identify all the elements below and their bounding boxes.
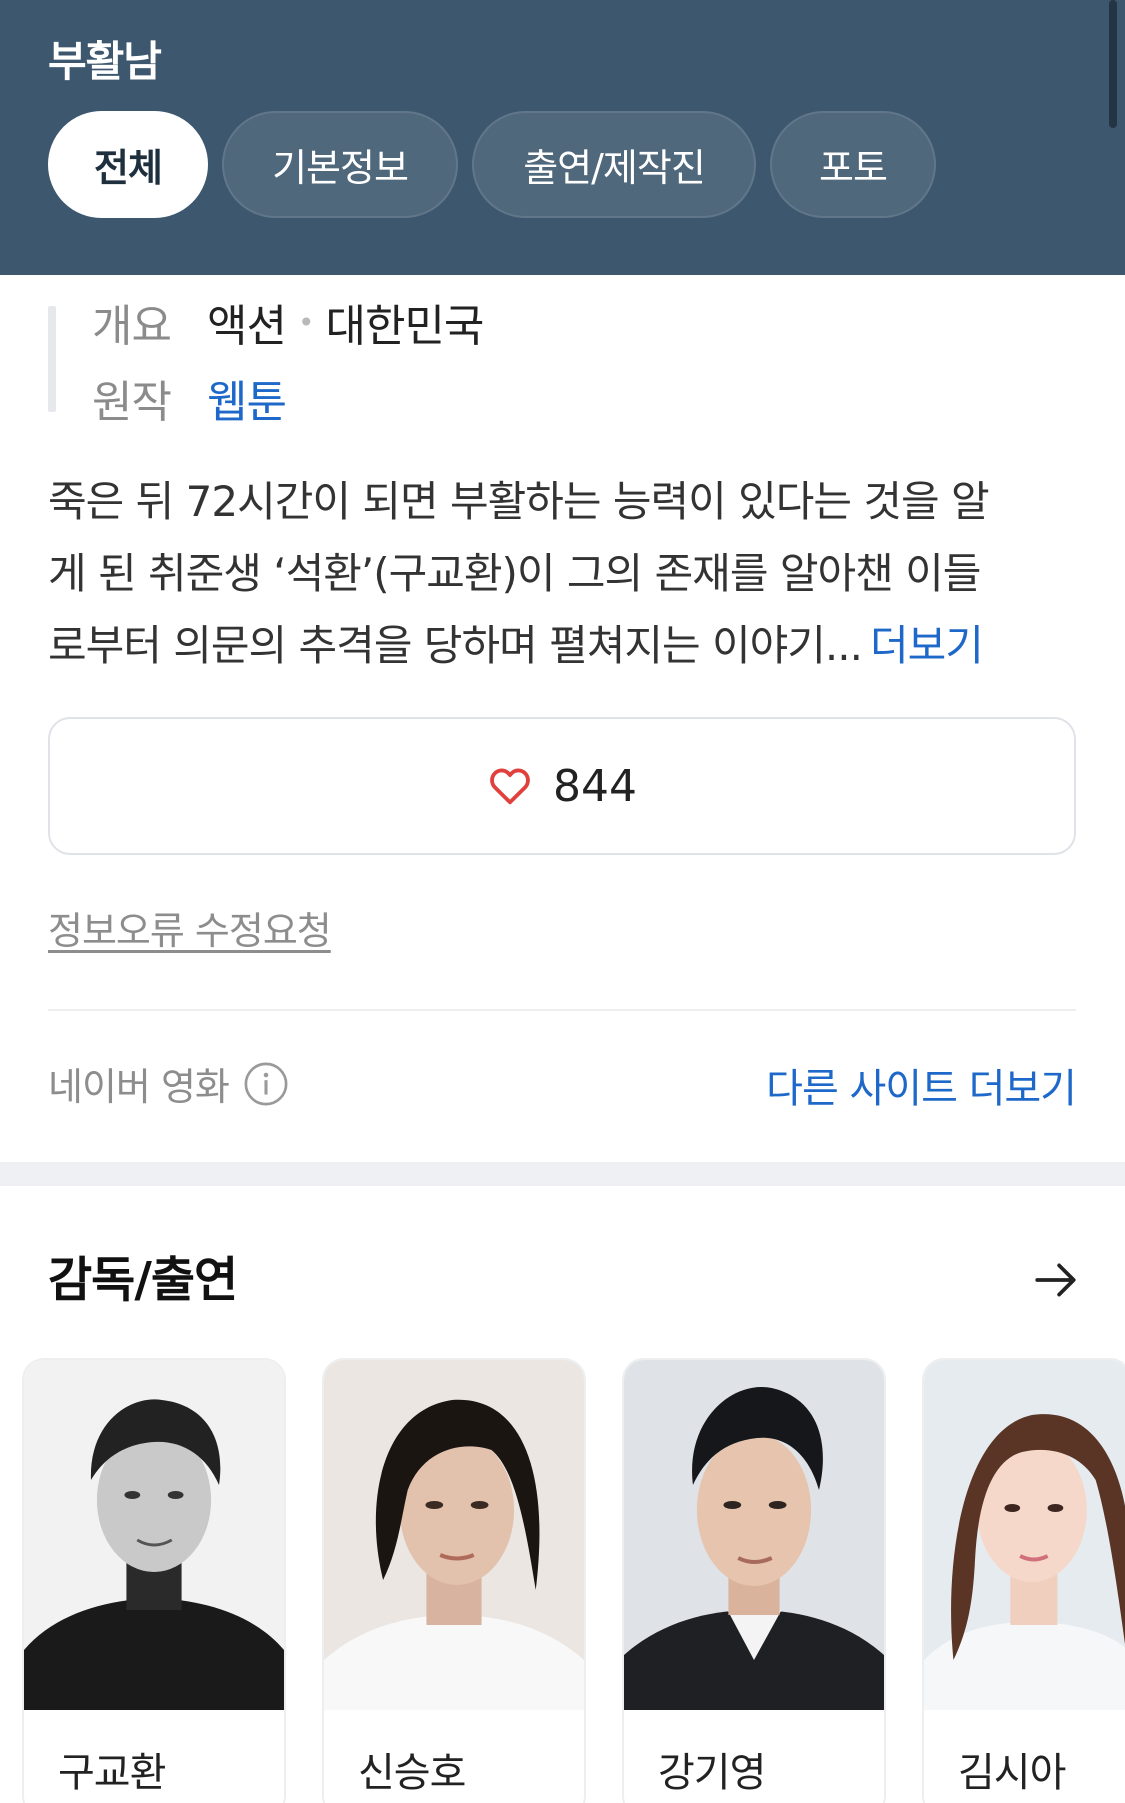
cast-card[interactable]: 신승호 xyxy=(322,1358,586,1803)
header: 부활남 전체 기본정보 출연/제작진 포토 xyxy=(0,0,1125,275)
synopsis-line: 로부터 의문의 추격을 당하며 펼쳐지는 이야기... 더보기 xyxy=(48,610,1078,682)
cast-name: 신승호 xyxy=(358,1750,466,1796)
profile-photo xyxy=(624,1360,884,1710)
page-title: 부활남 xyxy=(48,37,162,86)
synopsis-text: 게 된 취준생 ‘석환’(구교환)이 그의 존재를 알아챈 이들 xyxy=(48,549,981,598)
more-link[interactable]: 더보기 xyxy=(870,621,984,670)
profile-photo xyxy=(324,1360,584,1710)
info-icon[interactable] xyxy=(243,1061,289,1107)
cast-card[interactable]: 구교환 xyxy=(22,1358,286,1803)
tab-all[interactable]: 전체 xyxy=(48,111,208,218)
tab-cast-crew[interactable]: 출연/제작진 xyxy=(472,111,756,218)
profile-photo xyxy=(924,1360,1125,1710)
section-separator xyxy=(0,1162,1125,1186)
heart-icon xyxy=(490,768,530,805)
synopsis: 죽은 뒤 72시간이 되면 부활하는 능력이 있다는 것을 알 게 된 취준생 … xyxy=(48,466,1078,682)
other-sites-link[interactable]: 다른 사이트 더보기 xyxy=(766,1056,1077,1114)
tab-basic-info[interactable]: 기본정보 xyxy=(222,111,458,218)
cast-name: 구교환 xyxy=(58,1750,166,1796)
profile-photo xyxy=(24,1360,284,1710)
divider xyxy=(48,1009,1076,1011)
synopsis-line: 죽은 뒤 72시간이 되면 부활하는 능력이 있다는 것을 알 xyxy=(48,477,990,526)
overview-row: 개요 액션 • 대한민국 xyxy=(92,292,484,352)
source-row: 네이버 영화 xyxy=(48,1056,289,1111)
like-count: 844 xyxy=(553,760,637,812)
overview-label: 개요 xyxy=(92,301,172,352)
like-button[interactable]: 844 xyxy=(48,717,1076,855)
cast-name: 김시아 xyxy=(958,1750,1066,1796)
cast-section-title: 감독/출연 xyxy=(48,1252,238,1308)
tab-bar: 전체 기본정보 출연/제작진 포토 xyxy=(48,111,936,218)
source-label: 네이버 영화 xyxy=(48,1065,230,1109)
arrow-right-icon[interactable] xyxy=(1031,1255,1081,1305)
separator-dot: • xyxy=(297,305,314,339)
synopsis-line: 게 된 취준생 ‘석환’(구교환)이 그의 존재를 알아챈 이들 xyxy=(48,538,1078,610)
cast-card[interactable]: 강기영 xyxy=(622,1358,886,1803)
origin-label: 원작 xyxy=(92,377,172,428)
country-value: 대한민국 xyxy=(325,301,484,352)
info-accent-bar xyxy=(48,306,56,412)
origin-link[interactable]: 웹툰 xyxy=(207,366,287,430)
report-error-link[interactable]: 정보오류 수정요청 xyxy=(48,900,332,955)
tab-photo[interactable]: 포토 xyxy=(770,111,936,218)
genre-value: 액션 xyxy=(207,301,287,352)
origin-row: 원작 웹툰 xyxy=(92,366,287,430)
cast-card[interactable]: 김시아 xyxy=(922,1358,1125,1803)
synopsis-text: 로부터 의문의 추격을 당하며 펼쳐지는 이야기... xyxy=(48,621,863,670)
scrollbar-thumb[interactable] xyxy=(1109,0,1117,128)
cast-name: 강기영 xyxy=(658,1750,766,1796)
